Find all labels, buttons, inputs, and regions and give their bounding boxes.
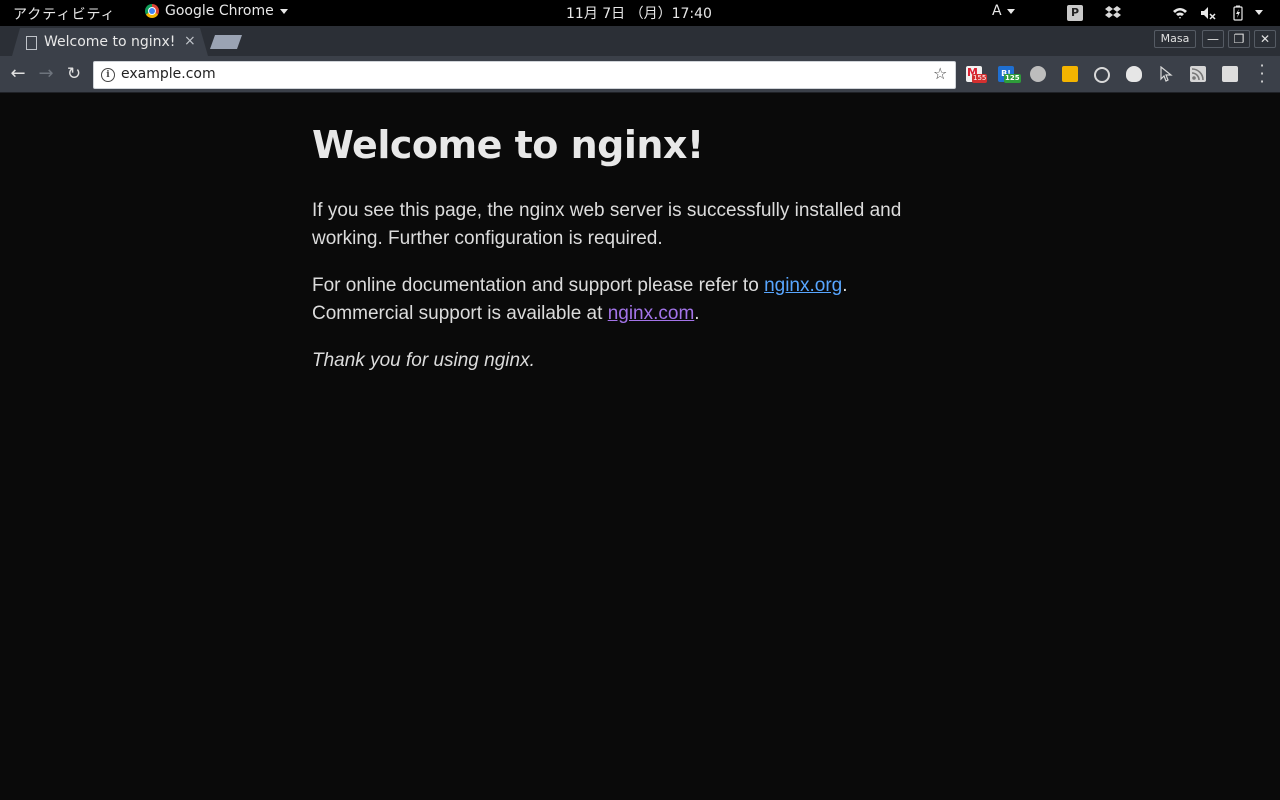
tab-welcome-nginx[interactable]: Welcome to nginx! × [12, 28, 208, 56]
maximize-button[interactable]: ❐ [1228, 30, 1250, 48]
gmail-extension-icon[interactable]: M 155 [966, 66, 988, 83]
gmail-badge: 155 [972, 74, 988, 83]
forward-button[interactable]: → [36, 64, 56, 84]
docs-period: . [842, 275, 848, 296]
activities-button[interactable]: アクティビティ [13, 4, 116, 24]
chrome-icon [145, 4, 159, 18]
app-menu[interactable]: Google Chrome [145, 3, 288, 19]
input-method-menu[interactable]: A [992, 3, 1015, 19]
chevron-down-icon [1006, 8, 1015, 14]
keep-extension-icon[interactable] [1062, 66, 1078, 82]
profile-button[interactable]: Masa [1154, 30, 1196, 48]
app-name: Google Chrome [165, 3, 274, 19]
clipboard-icon[interactable]: P [1067, 5, 1083, 21]
docs-text: For online documentation and support ple… [312, 275, 765, 296]
commercial-period: . [694, 303, 700, 324]
cursor-extension-icon[interactable] [1158, 66, 1174, 82]
new-tab-button[interactable] [210, 35, 242, 49]
bookmark-extension-icon[interactable]: B! 125 [998, 66, 1021, 83]
browser-toolbar: ← → ↻ i example.com ☆ [0, 56, 1280, 93]
info-icon[interactable]: i [101, 68, 115, 82]
clock[interactable]: 11月 7日 （月）17:40 [566, 3, 712, 23]
ghostery-extension-icon[interactable] [1126, 66, 1142, 82]
pocket-extension-icon[interactable] [1030, 66, 1046, 82]
commercial-text: Commercial support is available at [312, 303, 608, 324]
url-text[interactable]: example.com [121, 66, 216, 82]
intro-paragraph: If you see this page, the nginx web serv… [312, 200, 902, 249]
page-viewport: Welcome to nginx! If you see this page, … [0, 93, 1280, 800]
reload-button[interactable]: ↻ [64, 64, 84, 84]
nginx-com-link[interactable]: nginx.com [608, 303, 695, 324]
document-icon [26, 36, 37, 50]
grid-extension-icon[interactable] [1222, 66, 1238, 82]
circle-extension-icon[interactable] [1094, 67, 1110, 83]
battery-charging-icon[interactable] [1230, 5, 1246, 21]
chevron-down-icon [279, 8, 288, 14]
wifi-icon[interactable] [1172, 5, 1188, 21]
page-content: Welcome to nginx! If you see this page, … [312, 123, 952, 375]
input-method-label: A [992, 3, 1002, 19]
page-heading: Welcome to nginx! [312, 123, 704, 167]
close-window-button[interactable]: ✕ [1254, 30, 1276, 48]
system-menu-chevron-icon[interactable] [1255, 10, 1263, 15]
back-button[interactable]: ← [8, 64, 28, 84]
bookmark-star-icon[interactable]: ☆ [933, 64, 947, 83]
rss-extension-icon[interactable] [1190, 66, 1206, 82]
address-bar[interactable]: i example.com ☆ [93, 61, 956, 89]
dropbox-icon[interactable] [1105, 5, 1121, 21]
minimize-button[interactable]: — [1202, 30, 1224, 48]
gnome-top-bar: アクティビティ Google Chrome 11月 7日 （月）17:40 A … [0, 0, 1280, 26]
b-extension-badge: 125 [1004, 74, 1021, 83]
nginx-org-link[interactable]: nginx.org [764, 275, 842, 296]
chrome-menu-icon[interactable]: · · · [1255, 58, 1269, 90]
thanks-paragraph: Thank you for using nginx. [312, 350, 535, 371]
tab-strip: Welcome to nginx! × Masa — ❐ ✕ [0, 26, 1280, 56]
volume-muted-icon[interactable] [1200, 5, 1216, 21]
tab-title: Welcome to nginx! [44, 34, 176, 50]
close-tab-icon[interactable]: × [184, 33, 196, 49]
docs-paragraph: For online documentation and support ple… [312, 272, 952, 328]
